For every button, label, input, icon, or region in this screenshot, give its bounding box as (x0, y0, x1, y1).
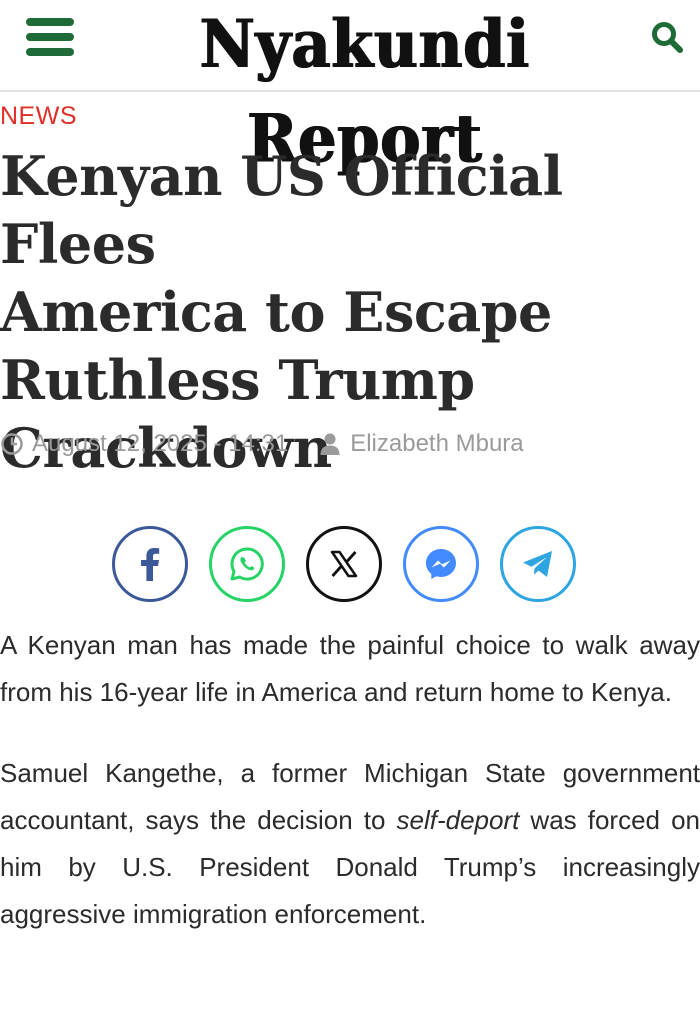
facebook-share-button[interactable] (112, 526, 188, 602)
publish-date: August 12, 2025 - 14:31 (32, 430, 289, 457)
article-body: A Kenyan man has made the painful choice… (0, 622, 700, 972)
article-category[interactable]: NEWS (0, 102, 77, 131)
messenger-icon (426, 549, 456, 579)
share-bar (112, 526, 576, 602)
emphasis-text: self-deport (396, 805, 520, 835)
user-icon (318, 432, 342, 456)
telegram-icon (523, 551, 552, 577)
headline-line: America to Escape (0, 280, 552, 344)
x-icon (330, 550, 358, 578)
site-logo[interactable]: Nyakundi Report (110, 0, 620, 179)
site-header: Nyakundi Report (0, 0, 700, 179)
headline-line: Kenyan US Official Flees (0, 144, 563, 276)
headline-line: Ruthless Trump (0, 348, 475, 412)
x-share-button[interactable] (306, 526, 382, 602)
telegram-share-button[interactable] (500, 526, 576, 602)
article-meta: August 12, 2025 - 14:31 Elizabeth Mbura (0, 428, 524, 460)
author-name[interactable]: Elizabeth Mbura (350, 430, 523, 458)
search-icon[interactable] (650, 20, 684, 54)
whatsapp-share-button[interactable] (209, 526, 285, 602)
messenger-share-button[interactable] (403, 526, 479, 602)
whatsapp-icon (230, 547, 264, 581)
article-paragraph: A Kenyan man has made the painful choice… (0, 630, 700, 707)
facebook-icon (141, 548, 160, 581)
article-paragraph: Samuel Kangethe, a former Michigan State… (0, 750, 700, 938)
hamburger-menu-icon[interactable] (26, 18, 76, 60)
clock-icon (0, 432, 24, 456)
